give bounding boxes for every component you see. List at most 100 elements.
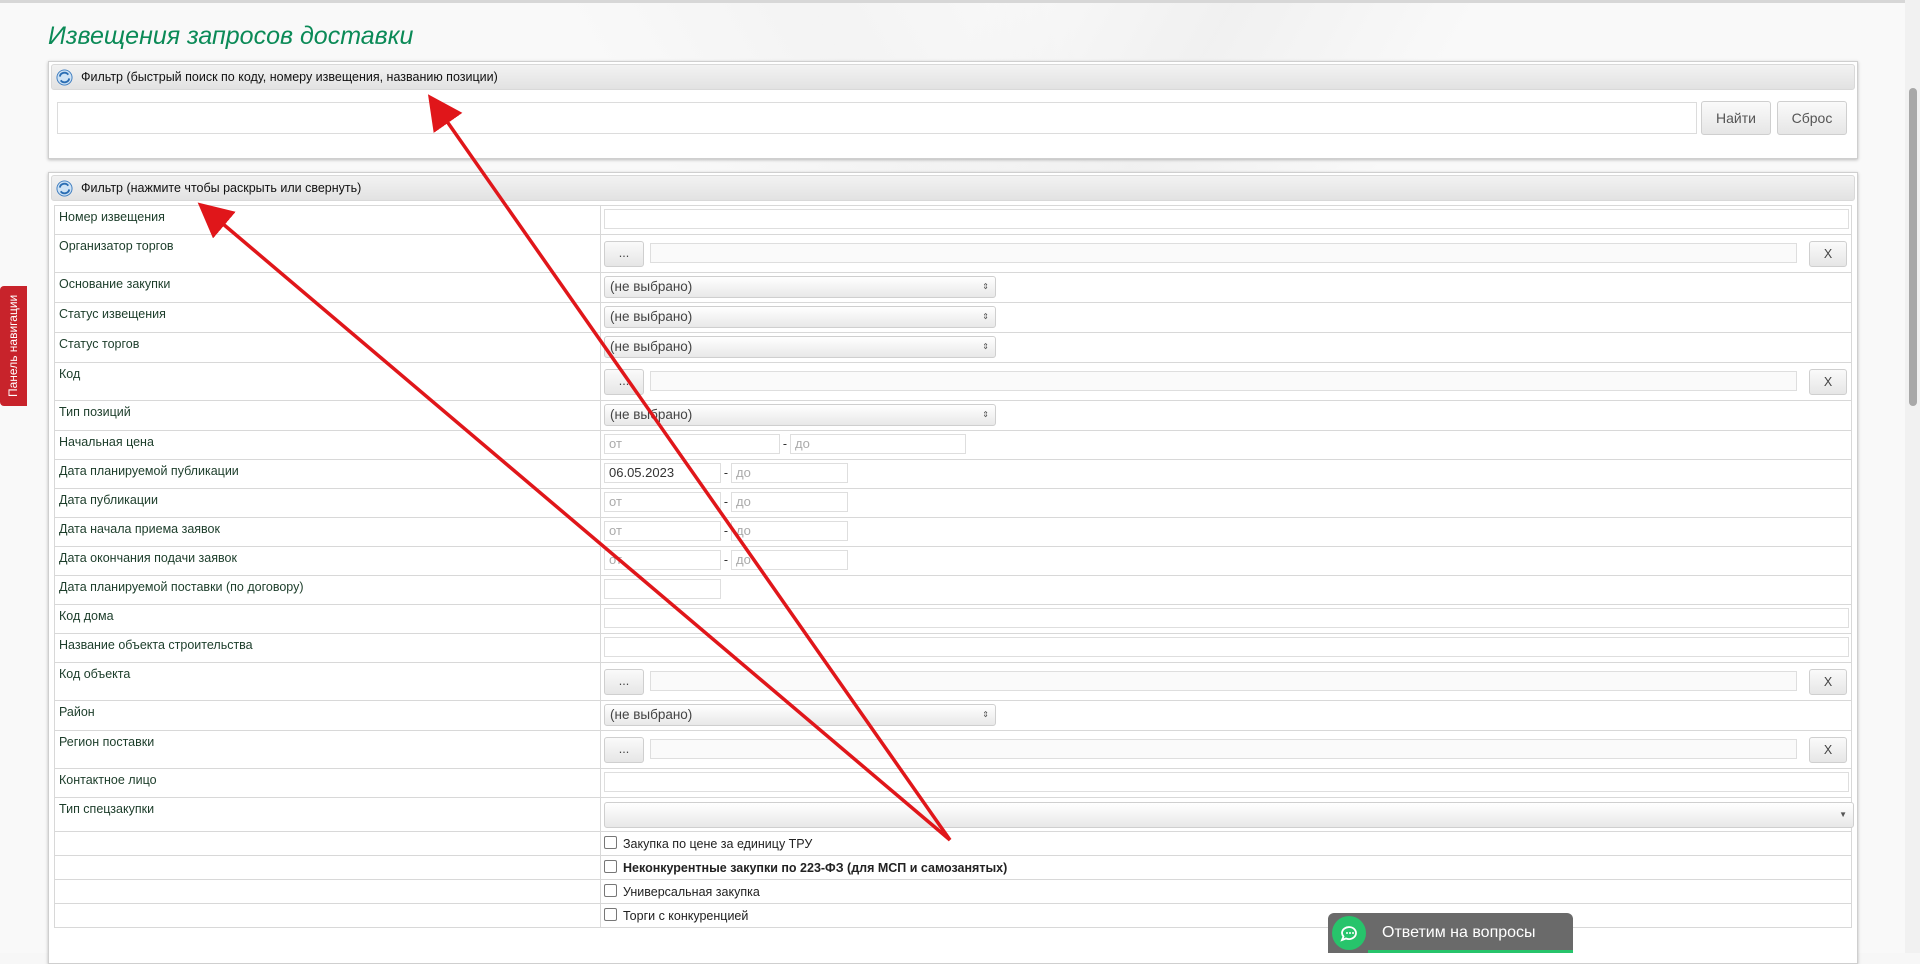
app-end-date-to[interactable]: до <box>731 550 848 570</box>
table-row: Название объекта строительства <box>54 633 1852 663</box>
purchase-basis-select[interactable]: (не выбрано) ⇕ <box>604 276 996 298</box>
app-end-date-from[interactable]: от <box>604 550 721 570</box>
purchase-basis-label: Основание закупки <box>54 272 601 303</box>
object-code-label: Код объекта <box>54 662 601 701</box>
extended-filter-header[interactable]: Фильтр (нажмите чтобы раскрыть или сверн… <box>51 175 1855 201</box>
organizer-select-button[interactable]: ... <box>604 241 644 267</box>
chevron-down-icon: ⇕ <box>982 282 989 291</box>
table-row: Основание закупки (не выбрано) ⇕ <box>54 272 1852 303</box>
table-row: Дата публикации от - до <box>54 488 1852 518</box>
chat-label: Ответим на вопросы <box>1382 924 1536 941</box>
delivery-region-clear-button[interactable]: X <box>1809 737 1847 763</box>
page-title: Извещения запросов доставки <box>48 22 414 50</box>
object-code-select-button[interactable]: ... <box>604 669 644 695</box>
organizer-clear-button[interactable]: X <box>1809 241 1847 267</box>
code-clear-button[interactable]: X <box>1809 369 1847 395</box>
table-row: Торги с конкуренцией <box>54 903 1852 928</box>
code-value <box>650 371 1797 391</box>
table-row: Дата начала приема заявок от - до <box>54 517 1852 547</box>
app-start-date-label: Дата начала приема заявок <box>54 517 601 547</box>
position-type-label: Тип позиций <box>54 400 601 431</box>
delivery-region-select-button[interactable]: ... <box>604 737 644 763</box>
table-row: Регион поставки ... X <box>54 730 1852 769</box>
quick-filter-header-label: Фильтр (быстрый поиск по коду, номеру из… <box>81 70 498 84</box>
table-row: Тип спецзакупки ▼ <box>54 797 1854 832</box>
notice-status-select[interactable]: (не выбрано) ⇕ <box>604 306 996 328</box>
construction-name-input[interactable] <box>604 637 1849 657</box>
district-label: Район <box>54 700 601 731</box>
tender-status-label: Статус торгов <box>54 332 601 363</box>
app-start-date-from[interactable]: от <box>604 521 721 541</box>
chat-widget[interactable]: Ответим на вопросы <box>1328 913 1573 953</box>
special-purchase-type-label: Тип спецзакупки <box>54 797 601 832</box>
planned-delivery-date-label: Дата планируемой поставки (по договору) <box>54 575 601 605</box>
table-row: Дата планируемой поставки (по договору) <box>54 575 1852 605</box>
planned-pub-date-from[interactable]: 06.05.2023 <box>604 463 721 483</box>
chevron-down-icon: ⇕ <box>982 710 989 719</box>
contact-person-input[interactable] <box>604 772 1849 792</box>
chat-icon <box>1332 916 1366 950</box>
house-code-input[interactable] <box>604 608 1849 628</box>
code-label: Код <box>54 362 601 401</box>
table-row: Статус торгов (не выбрано) ⇕ <box>54 332 1852 363</box>
district-select[interactable]: (не выбрано) ⇕ <box>604 704 996 726</box>
house-code-label: Код дома <box>54 604 601 634</box>
refresh-icon <box>56 179 73 197</box>
chevron-down-icon: ⇕ <box>982 410 989 419</box>
planned-delivery-date-input[interactable] <box>604 579 721 599</box>
table-row: Код дома <box>54 604 1852 634</box>
quick-filter-header[interactable]: Фильтр (быстрый поиск по коду, номеру из… <box>51 64 1855 90</box>
competition-label: Торги с конкуренцией <box>623 909 749 923</box>
notice-number-input[interactable] <box>604 209 1849 229</box>
organizer-label: Организатор торгов <box>54 234 601 273</box>
table-row: Дата планируемой публикации 06.05.2023- д… <box>54 459 1852 489</box>
table-row: Контактное лицо <box>54 768 1852 798</box>
code-select-button[interactable]: ... <box>604 369 644 395</box>
initial-price-to[interactable]: до <box>790 434 966 454</box>
chevron-down-icon: ▼ <box>1839 810 1847 819</box>
top-border <box>0 0 1920 3</box>
chevron-down-icon: ⇕ <box>982 312 989 321</box>
filter-table: Номер извещения Организатор торгов ... X… <box>54 205 1854 928</box>
app-start-date-to[interactable]: до <box>731 521 848 541</box>
table-row: Код объекта ... X <box>54 662 1852 701</box>
object-code-value <box>650 671 1797 691</box>
competition-checkbox[interactable] <box>604 908 617 921</box>
tender-status-select[interactable]: (не выбрано) ⇕ <box>604 336 996 358</box>
page-scrollbar[interactable] <box>1905 0 1920 953</box>
object-code-clear-button[interactable]: X <box>1809 669 1847 695</box>
organizer-value <box>650 243 1797 263</box>
table-row: Неконкурентные закупки по 223-ФЗ (для МС… <box>54 855 1852 880</box>
notice-number-label: Номер извещения <box>54 205 601 235</box>
initial-price-from[interactable]: от <box>604 434 780 454</box>
reset-button[interactable]: Сброс <box>1777 101 1847 135</box>
table-row: Тип позиций (не выбрано) ⇕ <box>54 400 1852 431</box>
planned-pub-date-to[interactable]: до <box>731 463 848 483</box>
extended-filter-header-label: Фильтр (нажмите чтобы раскрыть или сверн… <box>81 181 362 195</box>
find-button[interactable]: Найти <box>1701 101 1771 135</box>
universal-checkbox[interactable] <box>604 884 617 897</box>
position-type-select[interactable]: (не выбрано) ⇕ <box>604 404 996 426</box>
unit-price-label: Закупка по цене за единицу ТРУ <box>623 837 813 851</box>
pub-date-from[interactable]: от <box>604 492 721 512</box>
initial-price-label: Начальная цена <box>54 430 601 460</box>
scrollbar-thumb[interactable] <box>1909 88 1917 406</box>
unit-price-checkbox[interactable] <box>604 836 617 849</box>
noncompetitive-checkbox[interactable] <box>604 860 617 873</box>
navigation-panel-tab[interactable]: Панель навигации <box>0 286 27 406</box>
table-row: Закупка по цене за единицу ТРУ <box>54 831 1852 856</box>
pub-date-to[interactable]: до <box>731 492 848 512</box>
universal-label: Универсальная закупка <box>623 885 760 899</box>
extended-filter-panel: Фильтр (нажмите чтобы раскрыть или сверн… <box>48 172 1858 964</box>
chevron-down-icon: ⇕ <box>982 342 989 351</box>
table-row: Дата окончания подачи заявок от - до <box>54 546 1852 576</box>
app-end-date-label: Дата окончания подачи заявок <box>54 546 601 576</box>
table-row: Организатор торгов ... X <box>54 234 1852 273</box>
notice-status-label: Статус извещения <box>54 302 601 333</box>
quick-filter-panel: Фильтр (быстрый поиск по коду, номеру из… <box>48 61 1858 159</box>
noncompetitive-label: Неконкурентные закупки по 223-ФЗ (для МС… <box>623 861 1008 875</box>
special-purchase-type-select[interactable]: ▼ <box>604 802 1854 828</box>
table-row: Начальная цена от - до <box>54 430 1852 460</box>
table-row: Статус извещения (не выбрано) ⇕ <box>54 302 1852 333</box>
quick-search-input[interactable] <box>57 102 1697 134</box>
